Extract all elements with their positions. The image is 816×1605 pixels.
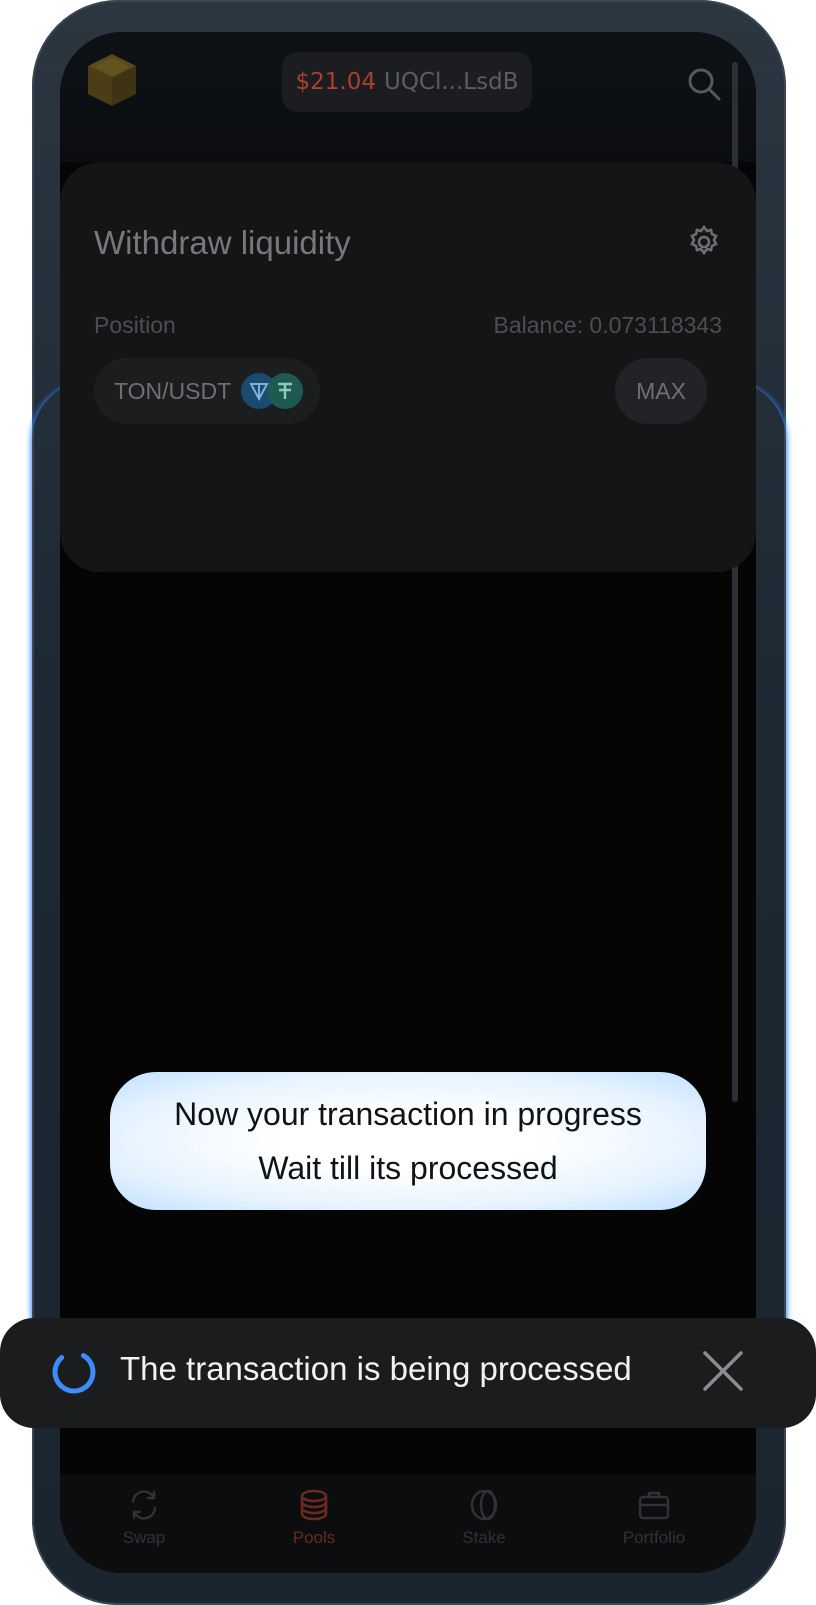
nav-label-portfolio: Portfolio	[622, 1528, 686, 1547]
usdt-token-icon	[267, 373, 303, 409]
progress-hint-bubble: Now your transaction in progress Wait ti…	[110, 1072, 706, 1210]
nav-item-swap[interactable]: Swap	[74, 1488, 214, 1568]
app-logo-icon[interactable]	[86, 52, 138, 108]
nav-label-swap: Swap	[122, 1528, 166, 1547]
swap-icon	[131, 1490, 157, 1520]
toast-message: The transaction is being processed	[120, 1350, 632, 1387]
pools-icon	[300, 1489, 328, 1521]
nav-label-stake: Stake	[462, 1528, 506, 1547]
withdraw-card: Withdraw liquidity Position Balance: 0.0…	[60, 162, 756, 572]
pair-label: TON/USDT	[114, 378, 232, 404]
hint-line-2: Wait till its processed	[258, 1150, 558, 1186]
wallet-address: UQCl...LsdB	[383, 69, 519, 95]
search-icon[interactable]	[686, 66, 722, 102]
portfolio-icon	[638, 1491, 670, 1520]
hint-line-1: Now your transaction in progress	[174, 1096, 642, 1132]
wallet-balance: $21.04	[295, 69, 376, 95]
gear-icon[interactable]	[686, 224, 722, 260]
close-icon[interactable]	[700, 1348, 746, 1394]
nav-label-pools: Pools	[292, 1528, 336, 1547]
pair-selector[interactable]: TON/USDT	[94, 358, 320, 424]
nav-item-pools[interactable]: Pools	[244, 1488, 384, 1568]
nav-item-stake[interactable]: Stake	[414, 1488, 554, 1568]
loading-spinner-icon	[52, 1350, 96, 1394]
transaction-toast: The transaction is being processed	[0, 1318, 816, 1428]
nav-item-portfolio[interactable]: Portfolio	[584, 1488, 724, 1568]
balance-label: Balance: 0.073118343	[493, 312, 723, 338]
max-button[interactable]: MAX	[615, 358, 707, 424]
stake-icon	[470, 1489, 498, 1521]
page-title: Withdraw liquidity	[94, 224, 351, 261]
bottom-nav: Swap Pools Stake Portfolio	[60, 1474, 756, 1573]
position-label: Position	[94, 312, 176, 338]
wallet-button[interactable]: $21.04 UQCl...LsdB	[282, 52, 532, 112]
